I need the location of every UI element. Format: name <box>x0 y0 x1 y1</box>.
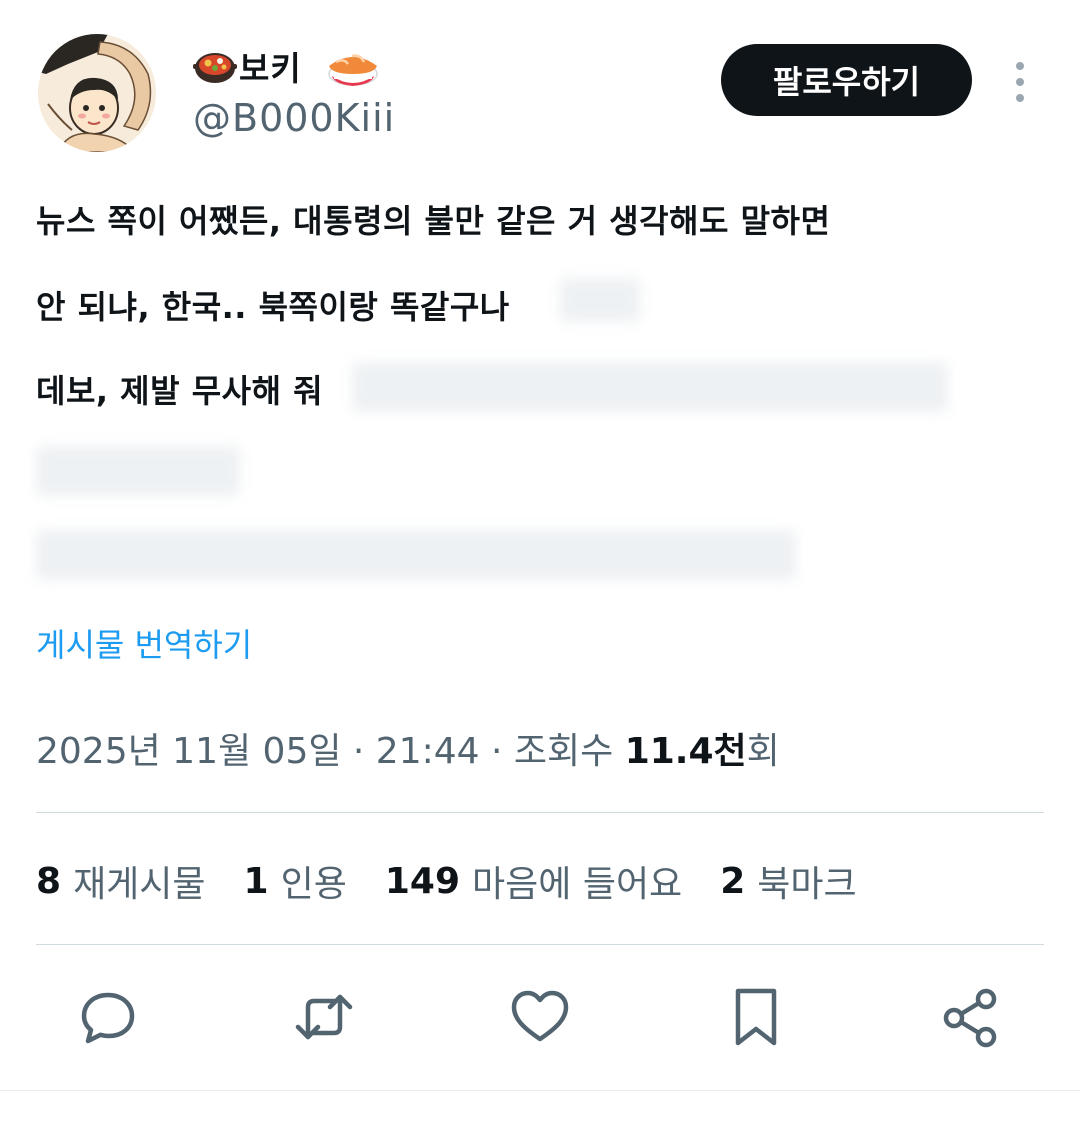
stat-count: 149 <box>384 860 461 902</box>
translate-post-link[interactable]: 게시물 번역하기 <box>36 620 252 666</box>
post-datetime: 2025년 11월 05일 · 21:44 · 조회수 <box>36 731 625 772</box>
views-count[interactable]: 11.4천 <box>625 731 747 772</box>
stat-label: 재게시물 <box>73 864 206 905</box>
blurred-text <box>352 362 948 412</box>
bottom-divider <box>0 1090 1080 1091</box>
author-name-row[interactable]: 보키 <box>193 44 382 88</box>
like-icon[interactable] <box>508 985 572 1049</box>
tweet-text-line: 안 되냐, 한국.. 북쪽이랑 똑같구나 <box>36 288 510 326</box>
stat-quotes[interactable]: 1 인용 <box>244 855 347 907</box>
tweet-text-line: 데보, 제발 무사해 줘 <box>36 372 324 410</box>
blurred-text <box>560 278 640 322</box>
avatar[interactable] <box>38 34 156 152</box>
action-bar <box>0 985 1080 1055</box>
engagement-stats: 8 재게시물 1 인용 149 마음에 들어요 2 북마크 <box>36 856 857 906</box>
stew-pot-icon <box>193 53 237 83</box>
tweet-text-line: 뉴스 쪽이 어쨌든, 대통령의 불만 같은 거 생각해도 말하면 <box>36 202 831 240</box>
stat-likes[interactable]: 149 마음에 들어요 <box>385 855 682 907</box>
tweet-detail: 보키 @B000Kiii 팔로우하기 뉴스 쪽이 어쨌든, 대통령의 불만 같은… <box>0 0 1080 1125</box>
post-timestamp: 2025년 11월 05일 · 21:44 · 조회수 11.4천회 <box>36 722 780 774</box>
stat-reposts[interactable]: 8 재게시물 <box>36 855 206 907</box>
follow-button[interactable]: 팔로우하기 <box>721 44 972 116</box>
stat-count: 8 <box>36 860 62 902</box>
stat-bookmarks[interactable]: 2 북마크 <box>720 855 856 907</box>
more-options-icon[interactable] <box>1004 60 1036 104</box>
avatar-illustration <box>38 34 156 152</box>
stat-label: 북마크 <box>757 864 857 905</box>
sushi-icon <box>327 54 378 86</box>
blurred-text <box>36 530 796 580</box>
bookmark-icon[interactable] <box>724 985 788 1049</box>
stat-label: 마음에 들어요 <box>472 864 683 905</box>
divider <box>36 944 1044 945</box>
stat-label: 인용 <box>280 864 347 905</box>
repost-icon[interactable] <box>292 985 356 1049</box>
stat-count: 2 <box>720 860 746 902</box>
display-name: 보키 <box>239 49 302 88</box>
reply-icon[interactable] <box>76 985 140 1049</box>
stat-count: 1 <box>243 860 269 902</box>
views-suffix: 회 <box>746 731 780 772</box>
share-icon[interactable] <box>940 985 1004 1049</box>
author-handle[interactable]: @B000Kiii <box>193 96 395 140</box>
divider <box>36 812 1044 813</box>
blurred-text <box>36 446 240 496</box>
